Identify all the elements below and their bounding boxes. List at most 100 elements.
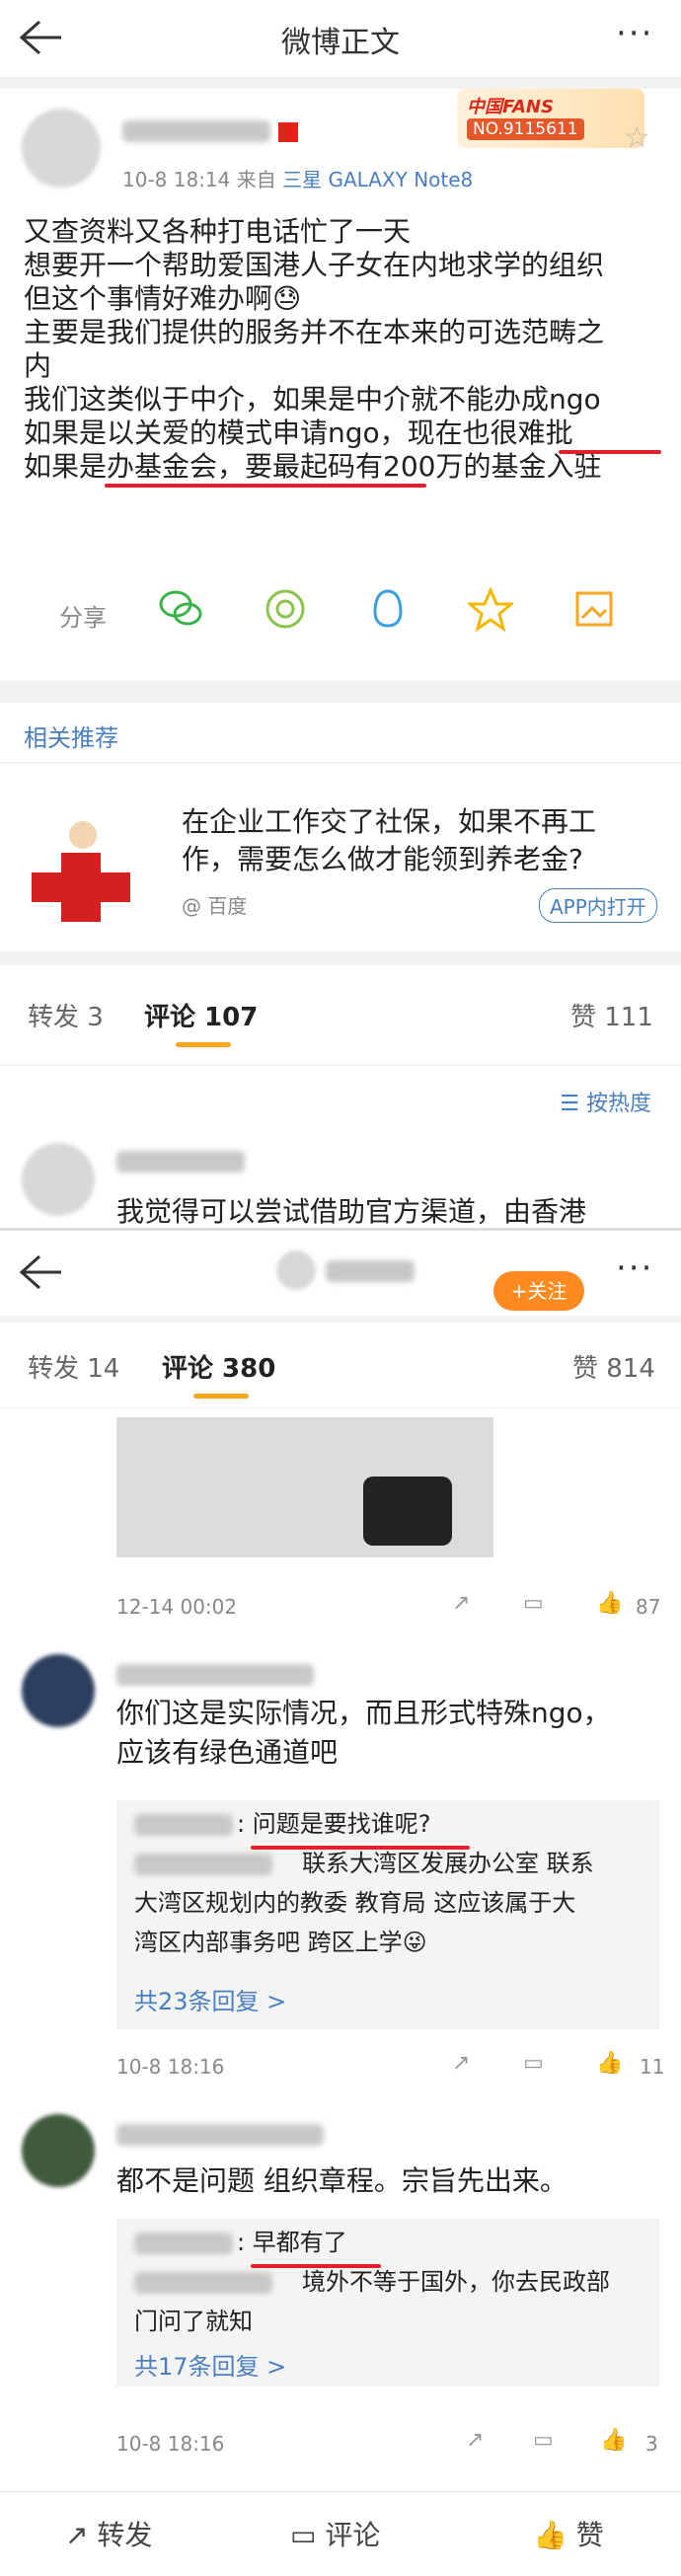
username-blurred[interactable] [134, 1814, 233, 1836]
first-comment: 我觉得可以尝试借助官方渠道，由香港 [0, 1135, 681, 1228]
camera-image [363, 1477, 452, 1546]
active-tab-indicator [193, 1394, 249, 1399]
tab-comment[interactable]: 评论 380 [162, 1348, 275, 1385]
avatar[interactable] [22, 2114, 95, 2187]
sort-label: 按热度 [585, 1092, 651, 1116]
post-time: 10-8 18:14 [122, 168, 231, 191]
moments-icon[interactable] [263, 586, 308, 632]
comment-tabs: 转发 3 评论 107 赞 111 [0, 965, 681, 1064]
wechat-icon[interactable] [158, 586, 203, 632]
post-device[interactable]: 三星 GALAXY Note8 [282, 168, 473, 191]
red-underline [251, 1846, 470, 1850]
share-label: 分享 [59, 604, 107, 632]
more-replies-link[interactable]: 共17条回复 > [134, 2347, 286, 2382]
follow-button[interactable]: +关注 [493, 1271, 584, 1311]
reply-icon[interactable]: ▭ [533, 2428, 554, 2453]
like-button[interactable]: 👍 赞 [533, 2514, 604, 2553]
share-icon[interactable]: ↗ [452, 2051, 470, 2076]
username-blurred[interactable] [116, 1151, 245, 1173]
related-heading: 相关推荐 [24, 724, 118, 752]
like-icon[interactable]: 👍 [596, 2051, 623, 2076]
comment-line: 都不是问题 组织章程。宗旨先出来。 [116, 2164, 568, 2197]
reply-text-2: 境外不等于国外，你去民政部 门问了就知 [134, 2262, 610, 2341]
back-arrow-icon[interactable] [18, 1252, 63, 1292]
comment-photo[interactable] [116, 1417, 493, 1557]
username-blurred[interactable] [116, 1664, 314, 1686]
flag-icon [278, 122, 298, 142]
fan-badge[interactable]: 中国FANS NO.9115611 [457, 89, 644, 148]
comment-text: 我觉得可以尝试借助官方渠道，由香港 [116, 1195, 587, 1228]
post-line: 但这个事情好难办啊😓 [24, 282, 302, 315]
reply-text: : 问题是要找谁呢? [237, 1810, 431, 1838]
sort-by-heat[interactable]: ☰ 按热度 [560, 1086, 651, 1117]
comment-line: 你们这是实际情况，而且形式特殊ngo， [116, 1697, 611, 1729]
reply-icon[interactable]: ▭ [523, 2051, 544, 2076]
tab-like[interactable]: 赞 814 [572, 1348, 655, 1385]
avatar[interactable] [22, 1143, 95, 1216]
like-icon[interactable]: 👍 [596, 1591, 623, 1616]
share-icon[interactable]: ↗ [466, 2428, 484, 2453]
bottom-action-bar: ↗ 转发 ▭ 评论 👍 赞 [0, 2491, 681, 2576]
comment-body: 都不是问题 组织章程。宗旨先出来。 [116, 2161, 568, 2201]
reply-line: 门问了就知 [134, 2308, 253, 2335]
like-icon[interactable]: 👍 [600, 2428, 627, 2453]
more-icon[interactable]: ··· [616, 1249, 653, 1288]
reply-line: 境外不等于国外，你去民政部 [302, 2268, 610, 2296]
comment-time: 12-14 00:02 [116, 1595, 238, 1619]
red-underline [251, 2264, 381, 2268]
avatar[interactable] [22, 109, 101, 188]
comment-time: 10-8 18:16 [116, 2055, 225, 2079]
comment-button[interactable]: ▭ 评论 [290, 2514, 380, 2553]
reply-icon[interactable]: ▭ [523, 1591, 544, 1616]
tab-like[interactable]: 赞 111 [570, 997, 653, 1033]
reply-box[interactable]: : 问题是要找谁呢? 联系大湾区发展办公室 联系 大湾区规划内的教委 教育局 这… [116, 1800, 659, 2029]
tab-repost[interactable]: 转发 14 [28, 1348, 119, 1385]
badge-title: 中国FANS [467, 97, 554, 117]
tab-comment[interactable]: 评论 107 [144, 997, 258, 1033]
red-cross-image [22, 813, 140, 932]
reply-box[interactable]: : 早都有了 境外不等于国外，你去民政部 门问了就知 共17条回复 > [116, 2219, 659, 2387]
more-icon[interactable]: ··· [616, 14, 653, 53]
related-heading-bar: 相关推荐 [0, 703, 681, 762]
like-label: 赞 [575, 2519, 604, 2551]
username-blurred[interactable] [122, 120, 270, 142]
post-body: 又查资料又各种打电话忙了一天 想要开一个帮助爱国港人子女在内地求学的组织 但这个… [24, 215, 604, 484]
tab-repost[interactable]: 转发 3 [28, 997, 104, 1033]
post-line: 想要开一个帮助爱国港人子女在内地求学的组织 [24, 249, 605, 281]
top-nav-bar: 微博正文 ··· [0, 0, 681, 78]
comment-tabs-2: 转发 14 评论 380 赞 814 [0, 1323, 681, 1408]
qzone-icon[interactable] [465, 586, 516, 633]
qq-icon[interactable] [365, 586, 411, 632]
reply-line: 大湾区规划内的教委 教育局 这应该属于大 [134, 1889, 576, 1917]
related-card[interactable]: 在企业工作交了社保，如果不再工作，需要怎么做才能领到养老金? @ 百度 APP内… [0, 764, 681, 951]
post-line: 主要是我们提供的服务并不在本来的可选范畴之 [24, 316, 605, 348]
more-replies-link[interactable]: 共23条回复 > [134, 1982, 286, 2016]
like-icon: 👍 [533, 2519, 568, 2551]
red-underline [559, 450, 661, 454]
username-blurred[interactable] [134, 2233, 233, 2254]
comment-line: 应该有绿色通道吧 [116, 1736, 339, 1769]
reply-line: 联系大湾区发展办公室 联系 [302, 1850, 594, 1877]
open-in-app-button[interactable]: APP内打开 [539, 888, 657, 923]
comment-body: 你们这是实际情况，而且形式特殊ngo， 应该有绿色通道吧 [116, 1694, 611, 1773]
sort-row: ☰ 按热度 [0, 1066, 681, 1135]
save-image-icon[interactable] [572, 586, 618, 632]
reply-text-2: 联系大湾区发展办公室 联系 大湾区规划内的教委 教育局 这应该属于大 湾区内部事… [134, 1844, 594, 1962]
comment-icon: ▭ [290, 2519, 317, 2551]
post-line: 如果是以关爱的模式申请ngo，现在也很难批 [24, 417, 573, 449]
comment-time: 10-8 18:16 [116, 2432, 225, 2456]
repost-label: 转发 [97, 2519, 153, 2551]
share-icon[interactable]: ↗ [452, 1591, 470, 1616]
star-icon[interactable]: ☆ [624, 120, 650, 155]
username-blurred[interactable] [326, 1260, 415, 1282]
reply-text: : 早都有了 [237, 2229, 347, 2256]
avatar[interactable] [276, 1250, 316, 1290]
reply-line: 湾区内部事务吧 跨区上学😜 [134, 1929, 427, 1956]
repost-button[interactable]: ↗ 转发 [65, 2514, 152, 2553]
like-count: 3 [645, 2432, 658, 2456]
username-blurred[interactable] [116, 2124, 324, 2146]
active-tab-indicator [176, 1042, 231, 1047]
related-source: @ 百度 [182, 894, 248, 918]
avatar[interactable] [22, 1654, 95, 1727]
post-line: 我们这类似于中介，如果是中介就不能办成ngo [24, 383, 601, 416]
